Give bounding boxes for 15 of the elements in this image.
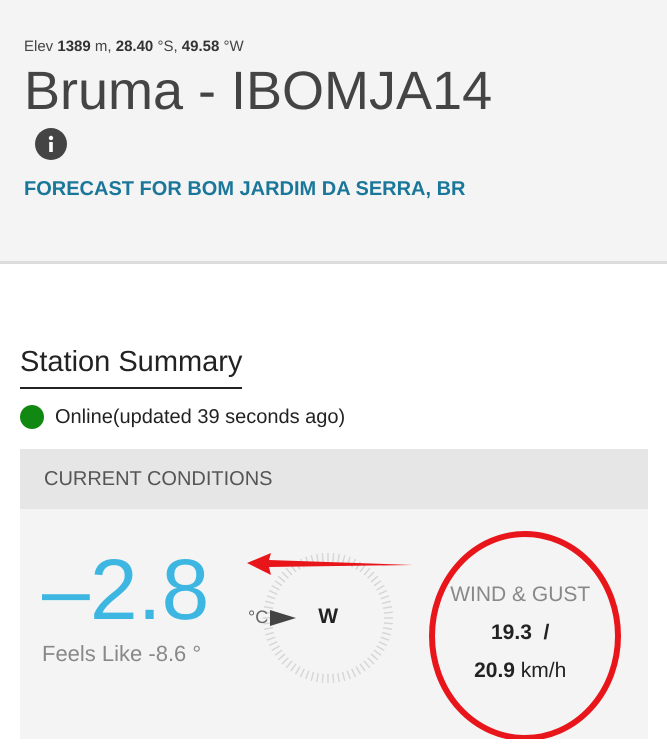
wind-direction: W <box>318 605 338 629</box>
pointer-icon <box>270 610 296 626</box>
station-location: Elev 1389 m, 28.40 °S, 49.58 °W <box>24 38 244 55</box>
status-text: Online(updated 39 seconds ago) <box>55 406 346 428</box>
feels-like-text: Feels Like -8.6 ° <box>42 641 202 667</box>
station-title: Bruma - IBOMJA14 <box>24 64 492 118</box>
forecast-link[interactable]: FORECAST FOR BOM JARDIM DA SERRA, BR <box>24 178 466 201</box>
gust-speed: 20.9 km/h <box>474 659 566 683</box>
wind-label: WIND & GUST <box>450 583 590 607</box>
temperature-value: –2.8 <box>42 547 210 633</box>
info-icon[interactable] <box>35 128 67 160</box>
temperature-unit: °C <box>248 607 268 628</box>
section-title: Station Summary <box>20 346 242 389</box>
wind-speed: 19.3 / <box>491 621 550 645</box>
card-heading: CURRENT CONDITIONS <box>44 468 273 490</box>
